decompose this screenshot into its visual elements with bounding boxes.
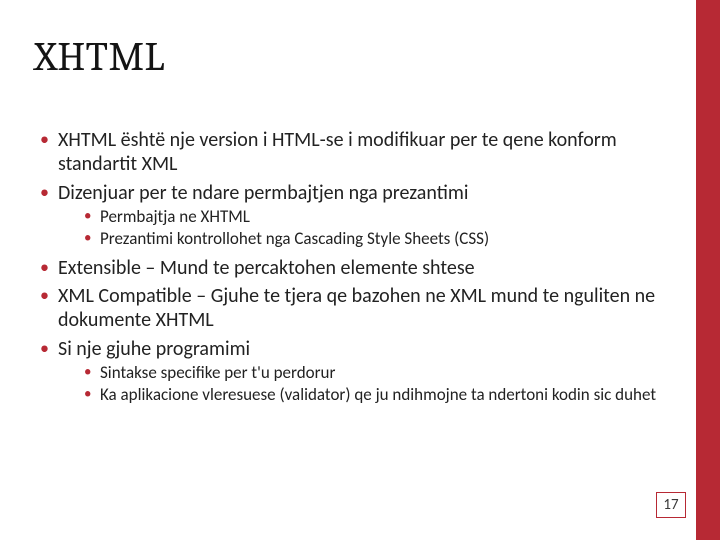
slide-content: XHTML është nje version i HTML-se i modi… <box>34 128 672 412</box>
bullet-text: Extensible – Mund te percaktohen element… <box>58 256 475 280</box>
sub-bullet-text: Permbajtja ne XHTML <box>100 206 250 227</box>
sub-bullet-text: Sintakse specifike per t'u perdorur <box>100 362 335 383</box>
bullet-list: XHTML është nje version i HTML-se i modi… <box>34 128 672 406</box>
bullet-item: XML Compatible – Gjuhe te tjera qe bazoh… <box>34 284 672 333</box>
bullet-text: XML Compatible – Gjuhe te tjera qe bazoh… <box>58 284 655 332</box>
accent-side-bar <box>696 0 720 540</box>
bullet-item: XHTML është nje version i HTML-se i modi… <box>34 128 672 177</box>
sub-bullet-list: Permbajtja ne XHTML Prezantimi kontrollo… <box>58 207 672 249</box>
sub-bullet-item: Prezantimi kontrollohet nga Cascading St… <box>80 229 672 250</box>
bullet-item: Extensible – Mund te percaktohen element… <box>34 256 672 280</box>
slide-title: XHTML <box>34 34 165 80</box>
sub-bullet-item: Ka aplikacione vleresuese (validator) qe… <box>80 385 672 406</box>
sub-bullet-text: Ka aplikacione vleresuese (validator) qe… <box>100 384 656 405</box>
sub-bullet-item: Sintakse specifike per t'u perdorur <box>80 363 672 384</box>
slide: XHTML XHTML është nje version i HTML-se … <box>0 0 720 540</box>
bullet-item: Dizenjuar per te ndare permbajtjen nga p… <box>34 181 672 250</box>
sub-bullet-list: Sintakse specifike per t'u perdorur Ka a… <box>58 363 672 405</box>
sub-bullet-text: Prezantimi kontrollohet nga Cascading St… <box>100 228 489 249</box>
bullet-text: Dizenjuar per te ndare permbajtjen nga p… <box>58 181 468 205</box>
bullet-text: XHTML është nje version i HTML-se i modi… <box>58 128 617 176</box>
bullet-item: Si nje gjuhe programimi Sintakse specifi… <box>34 337 672 406</box>
page-number: 17 <box>656 492 686 518</box>
sub-bullet-item: Permbajtja ne XHTML <box>80 207 672 228</box>
bullet-text: Si nje gjuhe programimi <box>58 337 250 361</box>
